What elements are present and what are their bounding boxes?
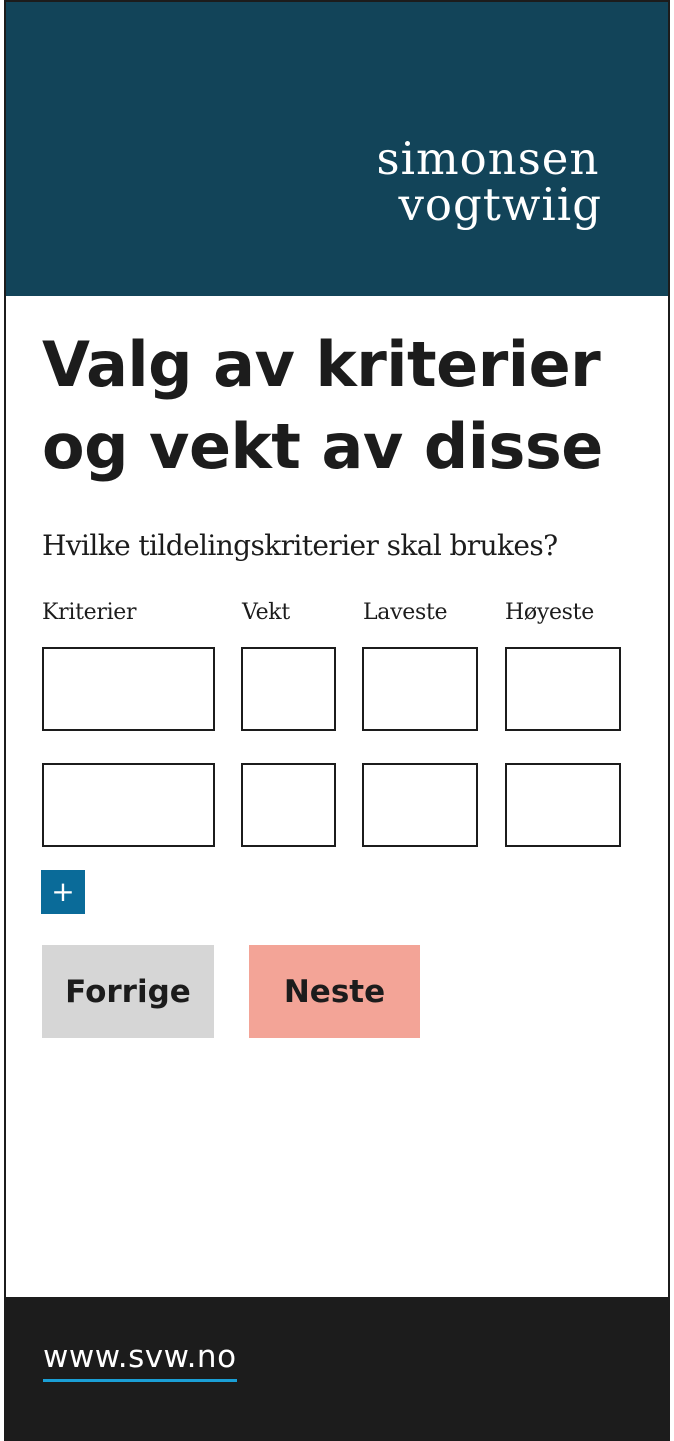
brand-logo[interactable]: simonsen vogtwiig	[376, 136, 602, 228]
add-row-button[interactable]: +	[41, 870, 85, 914]
kriterier-input-row-1[interactable]	[42, 647, 215, 731]
column-header-laveste: Laveste	[363, 600, 448, 625]
laveste-input-row-1[interactable]	[362, 647, 478, 731]
page-frame: simonsen vogtwiig Valg av kriterier og v…	[4, 0, 670, 1441]
footer: www.svw.no	[6, 1297, 668, 1439]
vekt-input-row-1[interactable]	[241, 647, 336, 731]
column-header-vekt: Vekt	[242, 600, 290, 625]
logo-line-1: simonsen	[376, 132, 600, 185]
next-button[interactable]: Neste	[249, 945, 420, 1038]
hoyeste-input-row-1[interactable]	[505, 647, 621, 731]
vekt-input-row-2[interactable]	[241, 763, 336, 847]
logo-line-2: vogtwiig	[398, 178, 602, 231]
column-header-hoyeste: Høyeste	[505, 600, 594, 625]
page-title: Valg av kriterier og vekt av disse	[42, 328, 603, 483]
previous-button[interactable]: Forrige	[42, 945, 214, 1038]
laveste-input-row-2[interactable]	[362, 763, 478, 847]
website-link[interactable]: www.svw.no	[43, 1339, 237, 1382]
hoyeste-input-row-2[interactable]	[505, 763, 621, 847]
header: simonsen vogtwiig	[6, 2, 668, 296]
question-text: Hvilke tildelingskriterier skal brukes?	[42, 529, 558, 562]
column-header-kriterier: Kriterier	[42, 600, 137, 625]
kriterier-input-row-2[interactable]	[42, 763, 215, 847]
